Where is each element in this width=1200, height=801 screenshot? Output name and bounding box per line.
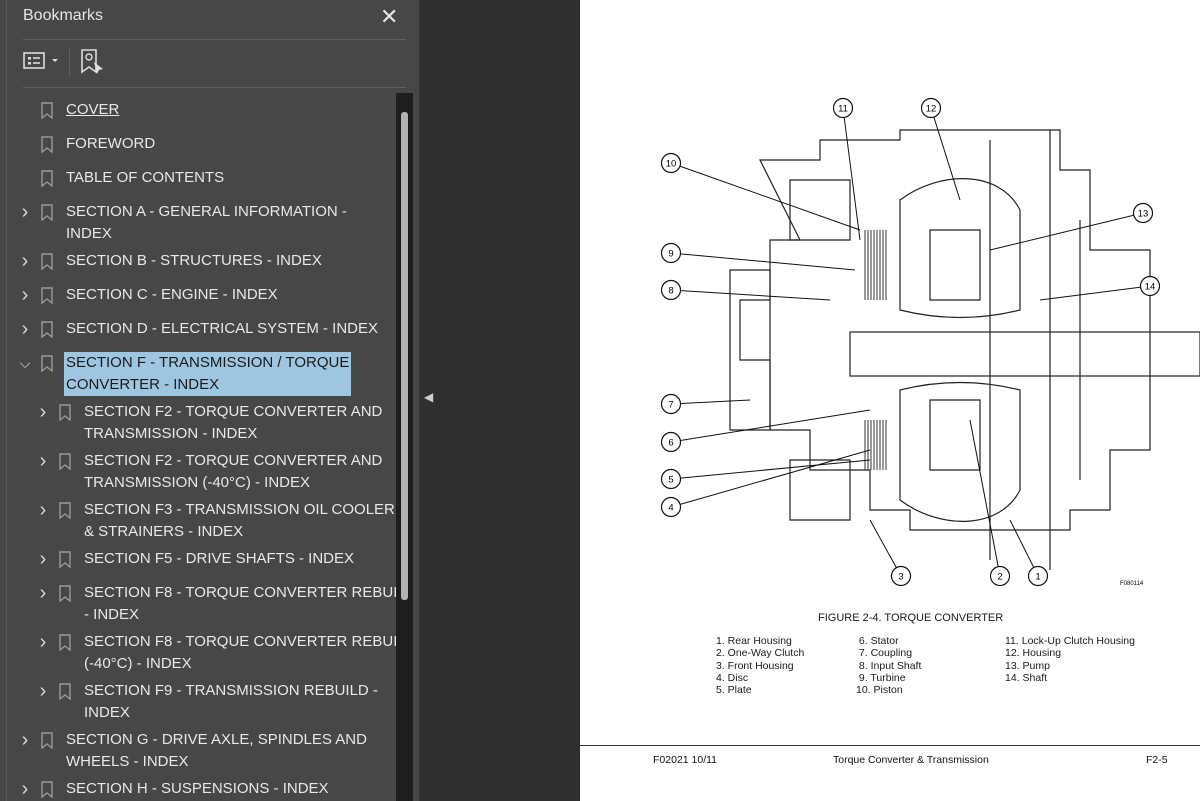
panel-title: Bookmarks	[23, 7, 104, 24]
find-bookmark-button[interactable]	[80, 48, 106, 81]
figure-title: FIGURE 2-4. TORQUE CONVERTER	[818, 612, 1004, 624]
bookmark-label: SECTION F5 - DRIVE SHAFTS - INDEX	[84, 550, 355, 567]
callout-number: 14	[1145, 282, 1156, 293]
collapse-panel-button[interactable]: ◀	[424, 390, 433, 404]
document-page: 1 2 3 4 5 6 7 8 9 10 11 12 13 14 F080114 FIGURE 2-4. T…	[580, 0, 1200, 801]
chevron-right-icon[interactable]: ›	[18, 729, 32, 751]
callout-number: 12	[926, 104, 937, 115]
chevron-right-icon[interactable]: ›	[36, 401, 50, 423]
legend-column-3: 11. Lock-Up Clutch Housing 12. Housing 1…	[1005, 635, 1135, 684]
bookmarks-panel: Bookmarks ✕ COVER FOREWORD TABLE OF CONTEN…	[0, 0, 420, 801]
bookmark-icon	[41, 170, 53, 187]
bookmark-icon	[59, 634, 71, 651]
chevron-down-icon[interactable]: ⌵	[18, 352, 32, 374]
bookmark-icon	[41, 102, 53, 119]
bookmark-icon	[59, 551, 71, 568]
bookmark-label: SECTION F9 - TRANSMISSION REBUILD - INDE…	[84, 682, 378, 721]
bookmark-icon	[59, 404, 71, 421]
bookmark-label: SECTION F - TRANSMISSION / TORQUE CONVER…	[64, 352, 352, 396]
chevron-right-icon[interactable]: ›	[18, 284, 32, 306]
bookmark-icon	[41, 136, 53, 153]
chevron-right-icon[interactable]: ›	[36, 548, 50, 570]
chevron-right-icon[interactable]: ›	[36, 680, 50, 702]
chevron-right-icon[interactable]: ›	[36, 450, 50, 472]
bookmark-label: SECTION C - ENGINE - INDEX	[66, 286, 278, 303]
callout-number: 4	[668, 503, 673, 514]
bookmark-label: FOREWORD	[66, 135, 156, 152]
callout-number: 6	[668, 438, 673, 449]
bookmark-icon	[41, 253, 53, 270]
chevron-right-icon[interactable]: ›	[18, 318, 32, 340]
chevron-right-icon[interactable]: ›	[36, 499, 50, 521]
chevron-right-icon[interactable]: ›	[18, 250, 32, 272]
footer-title: Torque Converter & Transmission	[833, 754, 989, 766]
legend-column-2: 6. Stator 7. Coupling 8. Input Shaft 9. …	[856, 635, 922, 697]
torque-converter-diagram: 1234567891011 121314F080114	[660, 97, 1200, 587]
callout-number: 1	[1035, 572, 1040, 583]
bookmark-label: SECTION F3 - TRANSMISSION OIL COOLER & S…	[84, 501, 395, 540]
bookmark-icon	[41, 321, 53, 338]
close-icon[interactable]: ✕	[380, 4, 398, 30]
bookmark-icon	[59, 585, 71, 602]
bookmark-label: SECTION B - STRUCTURES - INDEX	[66, 252, 322, 269]
bookmark-icon	[59, 683, 71, 700]
callout-number: 5	[668, 475, 673, 486]
footer-rule	[580, 745, 1200, 746]
footer-doc-code: F02021 10/11	[653, 754, 718, 766]
bookmark-label: TABLE OF CONTENTS	[66, 169, 225, 186]
bookmark-label: SECTION G - DRIVE AXLE, SPINDLES AND WHE…	[66, 731, 367, 770]
callout-number: 2	[997, 572, 1002, 583]
bookmark-icon	[41, 732, 53, 749]
bookmark-label: SECTION F2 - TORQUE CONVERTER AND TRANSM…	[84, 452, 383, 491]
bookmark-label: SECTION D - ELECTRICAL SYSTEM - INDEX	[66, 320, 378, 337]
chevron-right-icon[interactable]: ›	[18, 778, 32, 800]
bookmark-search-icon	[81, 49, 103, 74]
bookmark-tree: COVER FOREWORD TABLE OF CONTENTS › SECTION A…	[0, 93, 396, 801]
bookmark-label: SECTION F2 - TORQUE CONVERTER AND TRANSM…	[84, 403, 383, 442]
list-options-button[interactable]	[23, 48, 59, 77]
legend-column-1: 1. Rear Housing 2. One-Way Clutch 3. Fro…	[716, 635, 805, 697]
bookmark-icon	[41, 287, 53, 304]
bookmark-icon	[41, 781, 53, 798]
bookmark-label: SECTION F8 - TORQUE CONVERTER REBUILD - …	[84, 584, 396, 623]
bookmark-icon	[41, 204, 53, 221]
callout-number: 8	[668, 286, 673, 297]
scrollbar-thumb[interactable]	[401, 112, 408, 600]
callout-number: 13	[1138, 209, 1149, 220]
toolbar-divider	[69, 47, 70, 77]
bookmark-icon	[41, 355, 53, 372]
callout-number: 10	[666, 159, 677, 170]
divider	[23, 87, 406, 88]
chevron-right-icon[interactable]: ›	[36, 582, 50, 604]
figure-code: F080114	[1120, 581, 1144, 587]
callout-number: 9	[668, 249, 673, 260]
list-options-icon	[23, 52, 58, 69]
chevron-right-icon[interactable]: ›	[18, 201, 32, 223]
bookmark-label: COVER	[66, 101, 120, 118]
bookmark-label: SECTION A - GENERAL INFORMATION - INDEX	[66, 203, 347, 242]
callout-number: 7	[668, 400, 673, 411]
page-number: F2-5	[1146, 754, 1168, 766]
bookmark-icon	[59, 502, 71, 519]
bookmark-label: SECTION F8 - TORQUE CONVERTER REBUILD (-…	[84, 633, 396, 672]
bookmark-label: SECTION H - SUSPENSIONS - INDEX	[66, 780, 329, 797]
divider	[23, 39, 406, 40]
callout-number: 3	[898, 572, 903, 583]
callout-number: 11	[838, 104, 848, 115]
bookmark-icon	[59, 453, 71, 470]
chevron-right-icon[interactable]: ›	[36, 631, 50, 653]
